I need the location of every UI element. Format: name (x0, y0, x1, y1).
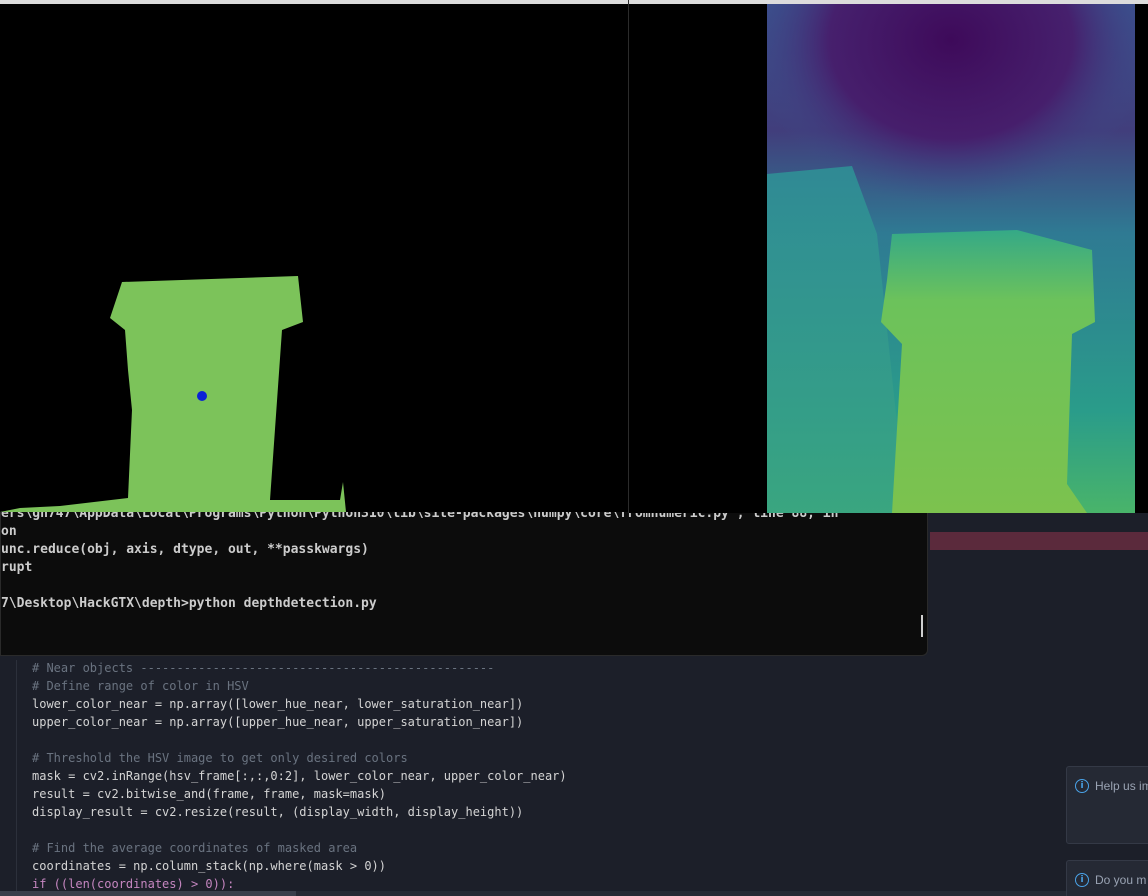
code-line-3[interactable]: lower_color_near = np.array([lower_hue_n… (32, 695, 523, 713)
mask-output-window[interactable] (0, 0, 630, 512)
terminal-line: rupt (1, 560, 33, 575)
code-line-6[interactable]: mask = cv2.inRange(hsv_frame[:,:,0:2], l… (32, 767, 567, 785)
centroid-dot (197, 391, 207, 401)
code-line-7[interactable]: result = cv2.bitwise_and(frame, frame, m… (32, 785, 386, 803)
notification-toast[interactable]: i Do you m (1066, 860, 1148, 896)
mask-shape (0, 276, 346, 512)
code-line-4[interactable]: upper_color_near = np.array([upper_hue_n… (32, 713, 523, 731)
desktop: # Near objects -------------------------… (0, 0, 1148, 896)
terminal-prompt: 7\Desktop\HackGTX\depth>python depthdete… (1, 596, 377, 611)
depth-map-image (767, 4, 1135, 513)
notification-text: Help us im (1095, 779, 1148, 793)
code-line-5[interactable]: # Threshold the HSV image to get only de… (32, 749, 408, 767)
info-icon: i (1075, 779, 1089, 793)
indent-guide (16, 660, 17, 896)
terminal-line: unc.reduce(obj, axis, dtype, out, **pass… (1, 542, 369, 557)
horizontal-scrollbar[interactable] (0, 891, 1148, 896)
editor-highlight-strip (930, 532, 1148, 550)
code-line-2[interactable]: # Define range of color in HSV (32, 677, 249, 695)
code-line-9[interactable]: # Find the average coordinates of masked… (32, 839, 357, 857)
terminal-line: on (1, 524, 17, 539)
code-line-1[interactable]: # Near objects -------------------------… (32, 659, 494, 677)
notification-toast[interactable]: i Help us im (1066, 766, 1148, 844)
terminal-window[interactable]: ers\gh747\AppData\Local\Programs\Python\… (0, 500, 928, 656)
terminal-scrollbar[interactable] (921, 615, 923, 637)
depth-map-window[interactable] (628, 0, 1148, 513)
info-icon: i (1075, 873, 1089, 887)
code-line-8[interactable]: display_result = cv2.resize(result, (dis… (32, 803, 523, 821)
scrollbar-thumb[interactable] (0, 891, 296, 896)
notification-text: Do you m (1095, 873, 1147, 887)
code-line-10[interactable]: coordinates = np.column_stack(np.where(m… (32, 857, 386, 875)
